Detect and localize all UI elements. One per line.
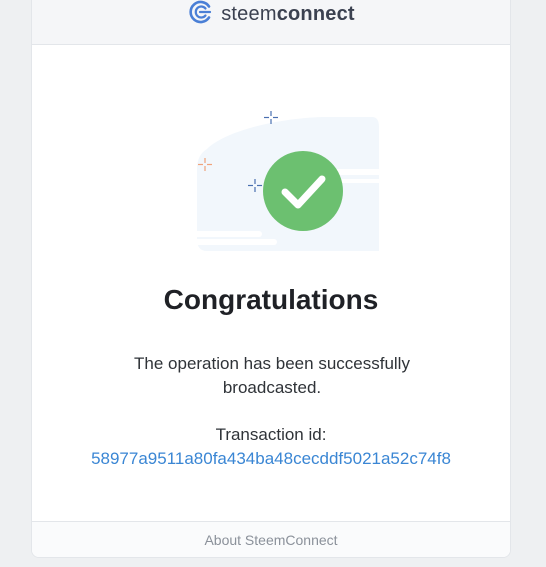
brand-name-light: steem: [221, 3, 277, 25]
success-card: steemconnect Congratulations The operati…: [31, 0, 511, 558]
about-link[interactable]: About SteemConnect: [204, 532, 337, 548]
success-illustration: [167, 109, 383, 259]
success-message: The operation has been successfully broa…: [134, 354, 410, 397]
header: steemconnect: [32, 0, 510, 45]
brand-name: steemconnect: [221, 3, 355, 26]
brand-name-bold: connect: [276, 3, 355, 25]
page-title: Congratulations: [163, 284, 379, 315]
footer: About SteemConnect: [32, 521, 510, 557]
checkmark-icon: [263, 151, 343, 236]
steemconnect-logo-icon: [187, 0, 213, 30]
transaction-id-link[interactable]: 58977a9511a80fa434ba48cecddf5021a52c74f8: [32, 449, 510, 469]
transaction-label: Transaction id:: [215, 425, 327, 444]
brand[interactable]: steemconnect: [187, 0, 355, 30]
